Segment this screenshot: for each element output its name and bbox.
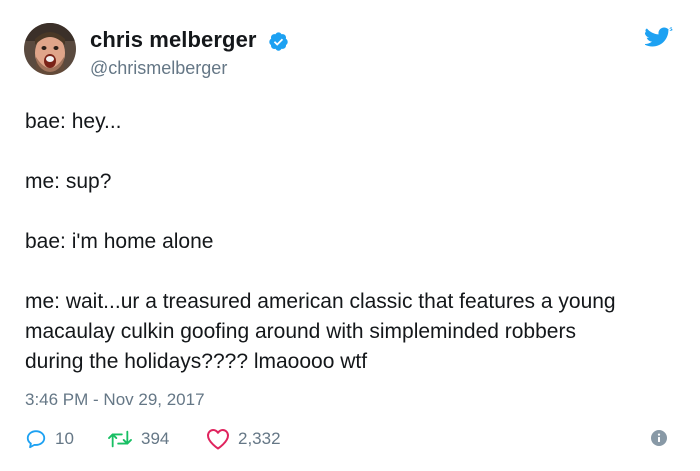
tweet-line: bae: hey... [25,110,122,133]
like-count: 2,332 [238,429,281,448]
verified-badge-icon [269,32,288,51]
handle[interactable]: @chrismelberger [90,58,227,79]
reply-count: 10 [55,429,74,448]
tweet-line: during the holidays???? lmaoooo wtf [25,350,368,373]
retweet-button[interactable]: 394 [107,427,169,451]
avatar-photo-icon [24,23,76,75]
reply-icon [26,430,46,449]
action-bar: 10 394 2,332 [25,427,675,451]
like-button[interactable]: 2,332 [206,427,281,451]
display-name[interactable]: chris melberger [90,27,257,53]
retweet-count: 394 [141,429,170,448]
timestamp-link[interactable]: 3:46 PM - Nov 29, 2017 [25,390,205,410]
retweet-icon [108,430,132,448]
tweet-line: me: sup? [25,170,112,193]
twitter-bird-icon[interactable] [645,27,673,51]
tweet-line: bae: i'm home alone [25,230,214,253]
tweet-line: me: wait...ur a treasured american class… [25,290,616,313]
info-icon[interactable] [651,430,667,446]
heart-icon [207,429,229,450]
tweet-line: macaulay culkin goofing around with simp… [25,320,576,343]
reply-button[interactable]: 10 [25,427,74,451]
avatar[interactable] [24,23,76,75]
tweet-card: chris melberger @chrismelberger bae: hey… [0,0,700,471]
